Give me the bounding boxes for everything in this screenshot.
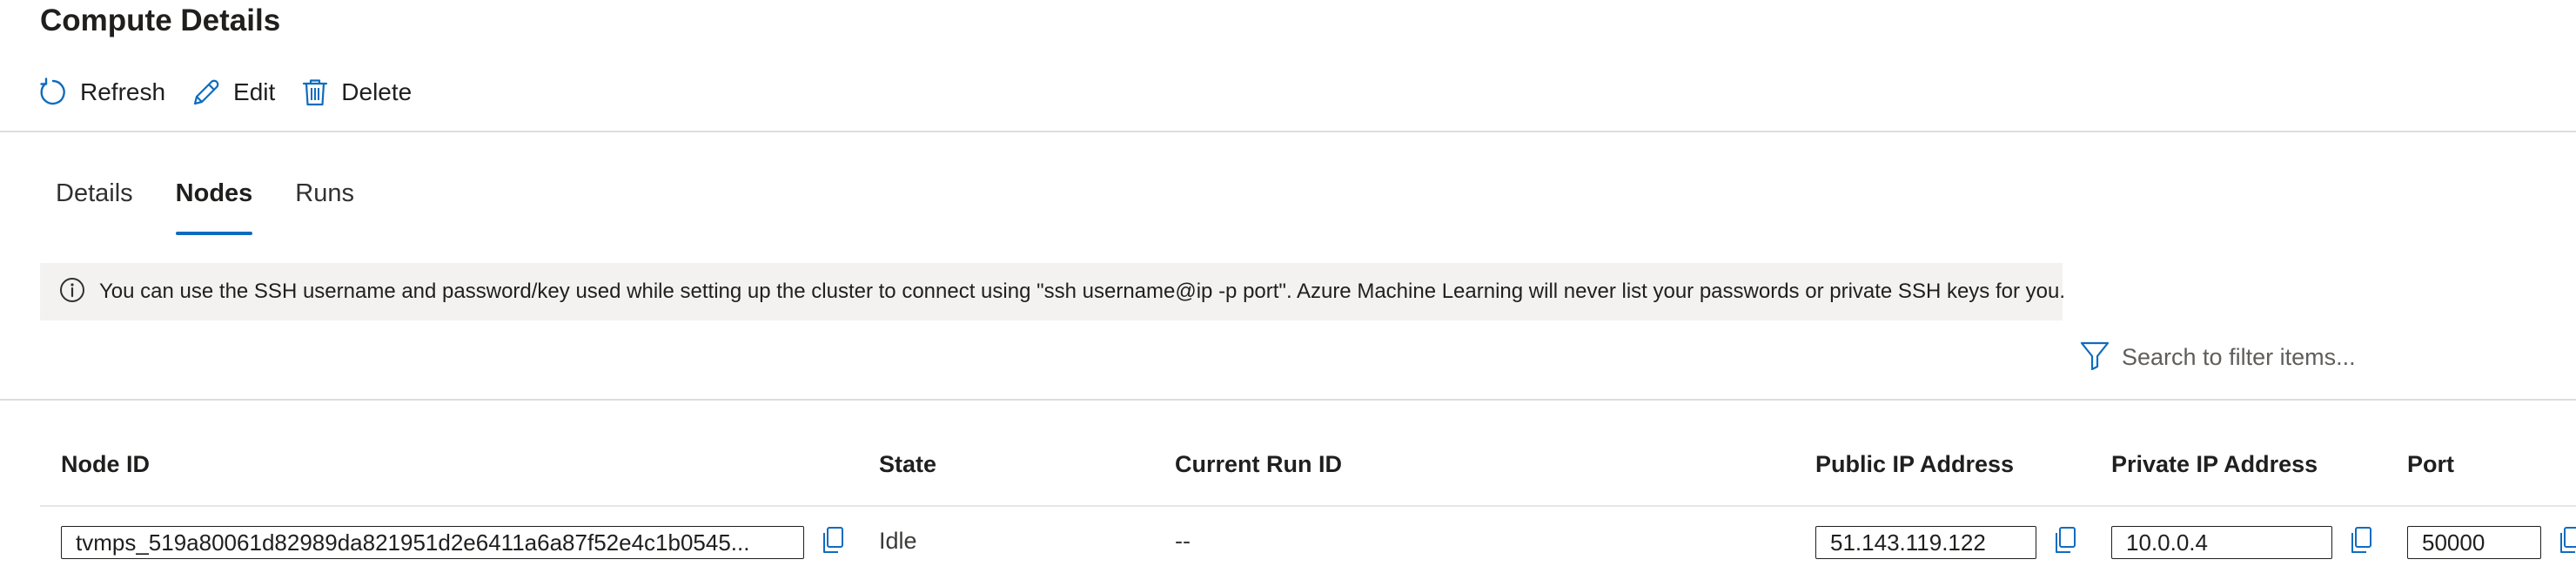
column-header-node-id[interactable]: Node ID <box>61 451 150 478</box>
copy-private-ip-button[interactable] <box>2348 526 2376 557</box>
state-value: Idle <box>879 528 917 554</box>
info-message: You can use the SSH username and passwor… <box>99 280 2065 303</box>
current-run-id-value: -- <box>1175 528 1191 554</box>
column-header-port[interactable]: Port <box>2407 451 2454 478</box>
info-icon <box>59 277 85 307</box>
trash-icon <box>301 78 329 107</box>
public-ip-field[interactable]: 51.143.119.122 <box>1815 526 2036 559</box>
copy-icon <box>2351 527 2371 553</box>
page-title: Compute Details <box>40 3 281 37</box>
refresh-icon <box>38 78 68 107</box>
filter-placeholder: Search to filter items... <box>2122 343 2356 370</box>
filter-divider <box>0 399 2576 401</box>
filter-icon <box>2080 340 2110 374</box>
tab-runs[interactable]: Runs <box>295 179 354 237</box>
refresh-label: Refresh <box>80 78 166 105</box>
copy-icon <box>823 527 843 553</box>
edit-label: Edit <box>233 78 276 105</box>
copy-icon <box>2056 527 2076 553</box>
info-message-bar: You can use the SSH username and passwor… <box>40 263 2065 320</box>
tab-nodes[interactable]: Nodes <box>175 179 252 237</box>
column-header-state[interactable]: State <box>879 451 936 478</box>
copy-icon <box>2560 527 2576 553</box>
refresh-button[interactable]: Refresh <box>38 71 165 113</box>
column-header-public-ip[interactable]: Public IP Address <box>1815 451 2014 478</box>
tab-details[interactable]: Details <box>56 179 133 237</box>
column-header-current-run-id[interactable]: Current Run ID <box>1175 451 1342 478</box>
edit-button[interactable]: Edit <box>191 71 275 113</box>
node-id-field[interactable]: tvmps_519a80061d82989da821951d2e6411a6a8… <box>61 526 804 559</box>
filter-search[interactable]: Search to filter items... <box>2080 340 2356 374</box>
delete-label: Delete <box>341 78 413 105</box>
pencil-icon <box>191 78 221 107</box>
private-ip-field[interactable]: 10.0.0.4 <box>2111 526 2332 559</box>
command-bar: Refresh Edit Delete <box>38 71 438 113</box>
column-header-private-ip[interactable]: Private IP Address <box>2111 451 2318 478</box>
copy-public-ip-button[interactable] <box>2052 526 2080 557</box>
copy-node-id-button[interactable] <box>820 526 848 557</box>
port-field[interactable]: 50000 <box>2407 526 2541 559</box>
toolbar-divider <box>0 131 2576 132</box>
tab-list: Details Nodes Runs <box>56 179 397 237</box>
header-divider <box>40 505 2576 507</box>
delete-button[interactable]: Delete <box>301 71 412 113</box>
copy-port-button[interactable] <box>2557 526 2576 557</box>
